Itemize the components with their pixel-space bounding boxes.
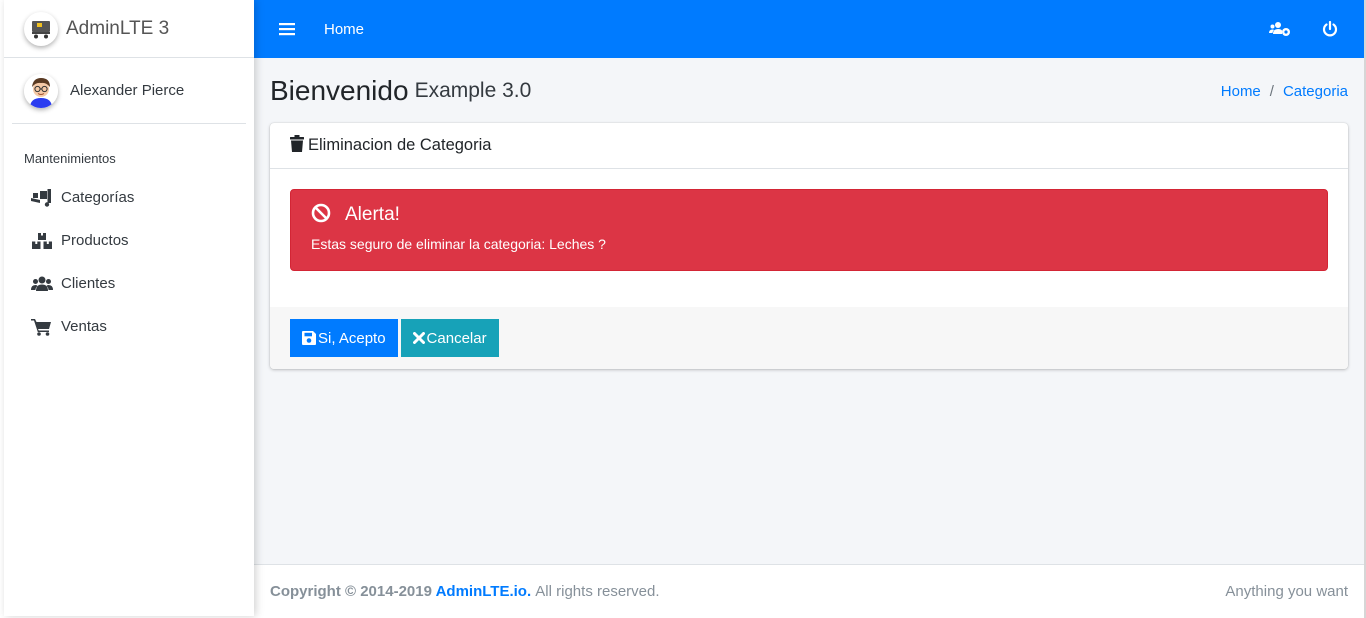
sidebar-item-ventas[interactable]: Ventas xyxy=(4,305,254,348)
sidebar-item-label: Clientes xyxy=(61,275,116,292)
page-title: Bienvenido xyxy=(270,75,409,106)
accept-button[interactable]: Si, Acepto xyxy=(290,319,398,357)
sidebar-item-label: Productos xyxy=(61,232,129,249)
brand-text: AdminLTE 3 xyxy=(66,17,170,39)
alert-head: Alerta! xyxy=(311,202,1307,228)
user-panel[interactable]: Alexander Pierce xyxy=(12,58,246,124)
alert-title: Alerta! xyxy=(345,204,400,225)
sidebar: AdminLTE 3 Alexander Pierce Mantenimient… xyxy=(4,0,254,616)
sidebar-item-label: Categorías xyxy=(61,189,135,206)
sidebar-item-productos[interactable]: Productos xyxy=(4,219,254,262)
close-icon xyxy=(412,332,425,344)
cart-logo-icon xyxy=(24,11,58,46)
accept-label: Si, Acepto xyxy=(318,329,386,347)
cancel-button[interactable]: Cancelar xyxy=(400,319,499,357)
menu-toggle-icon[interactable] xyxy=(276,20,298,38)
card-footer: Si, Acepto Cancelar xyxy=(270,307,1348,369)
footer-right-text: Anything you want xyxy=(1225,583,1348,600)
content-header: Bienvenido Example 3.0 Home / Categoria xyxy=(254,58,1364,124)
avatar xyxy=(24,73,58,108)
topbar-actions xyxy=(1250,0,1364,58)
power-off-icon[interactable] xyxy=(1310,0,1350,58)
dolly-icon xyxy=(31,188,53,207)
trash-icon xyxy=(290,135,304,156)
delete-card: Eliminacion de Categoria Alerta! Estas s… xyxy=(270,123,1348,369)
sidebar-item-clientes[interactable]: Clientes xyxy=(4,262,254,305)
nav-home-link[interactable]: Home xyxy=(324,21,364,38)
card-header: Eliminacion de Categoria xyxy=(270,123,1348,169)
card-title: Eliminacion de Categoria xyxy=(308,136,492,154)
user-name: Alexander Pierce xyxy=(70,82,185,99)
shopping-cart-icon xyxy=(31,318,53,336)
card-body: Alerta! Estas seguro de eliminar la cate… xyxy=(270,169,1348,307)
breadcrumb: Home / Categoria xyxy=(1221,83,1348,100)
breadcrumb-home[interactable]: Home xyxy=(1221,83,1261,100)
breadcrumb-separator: / xyxy=(1269,82,1274,100)
footer-link[interactable]: AdminLTE.io. xyxy=(436,583,532,600)
page-footer: Copyright © 2014-2019 AdminLTE.io. All r… xyxy=(254,564,1364,618)
sidebar-item-categorias[interactable]: Categorías xyxy=(4,176,254,219)
ban-icon xyxy=(311,203,331,227)
content-wrapper: Bienvenido Example 3.0 Home / Categoria … xyxy=(254,58,1364,564)
brand-link[interactable]: AdminLTE 3 xyxy=(4,0,254,58)
footer-copyright-text: Copyright © 2014-2019 xyxy=(270,583,432,600)
alert-message: Estas seguro de eliminar la categoria: L… xyxy=(311,236,606,252)
footer-copyright: Copyright © 2014-2019 AdminLTE.io. xyxy=(270,583,531,600)
save-icon xyxy=(302,331,316,345)
danger-alert: Alerta! Estas seguro de eliminar la cate… xyxy=(290,189,1328,271)
nav-header: Mantenimientos xyxy=(24,151,116,166)
breadcrumb-categoria[interactable]: Categoria xyxy=(1283,83,1348,100)
boxes-icon xyxy=(31,232,53,250)
cancel-label: Cancelar xyxy=(426,329,487,347)
users-cog-icon[interactable] xyxy=(1260,0,1300,58)
topbar: Home xyxy=(254,0,1364,58)
page-subtitle: Example 3.0 xyxy=(414,79,532,102)
sidebar-item-label: Ventas xyxy=(61,318,107,335)
footer-rights: All rights reserved. xyxy=(535,583,660,600)
users-icon xyxy=(31,275,53,293)
